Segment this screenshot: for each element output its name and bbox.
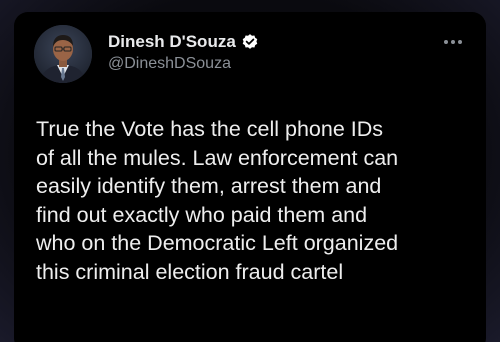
more-options-icon[interactable]: [441, 32, 465, 52]
verified-badge-icon: [241, 33, 259, 51]
avatar-image: [34, 25, 92, 83]
display-name[interactable]: Dinesh D'Souza: [108, 32, 236, 52]
avatar[interactable]: [34, 25, 92, 83]
screenshot-frame: Dinesh D'Souza @DineshDSouza True the Vo…: [0, 0, 500, 342]
author-name-row[interactable]: Dinesh D'Souza: [108, 30, 259, 54]
tweet-text-line: of all the mules. Law enforcement can: [36, 145, 399, 170]
author-handle[interactable]: @DineshDSouza: [108, 55, 231, 73]
tweet-text-line: find out exactly who paid them and: [36, 202, 368, 227]
tweet-text-line: True the Vote has the cell phone IDs: [36, 117, 384, 141]
tweet-text-line: who on the Democratic Left organized: [36, 231, 399, 256]
tweet-text-line: this criminal election fraud cartel: [36, 259, 344, 284]
tweet-text: True the Vote has the cell phone IDs of …: [36, 115, 481, 287]
tweet-text-line: easily identify them, arrest them and: [36, 174, 382, 199]
